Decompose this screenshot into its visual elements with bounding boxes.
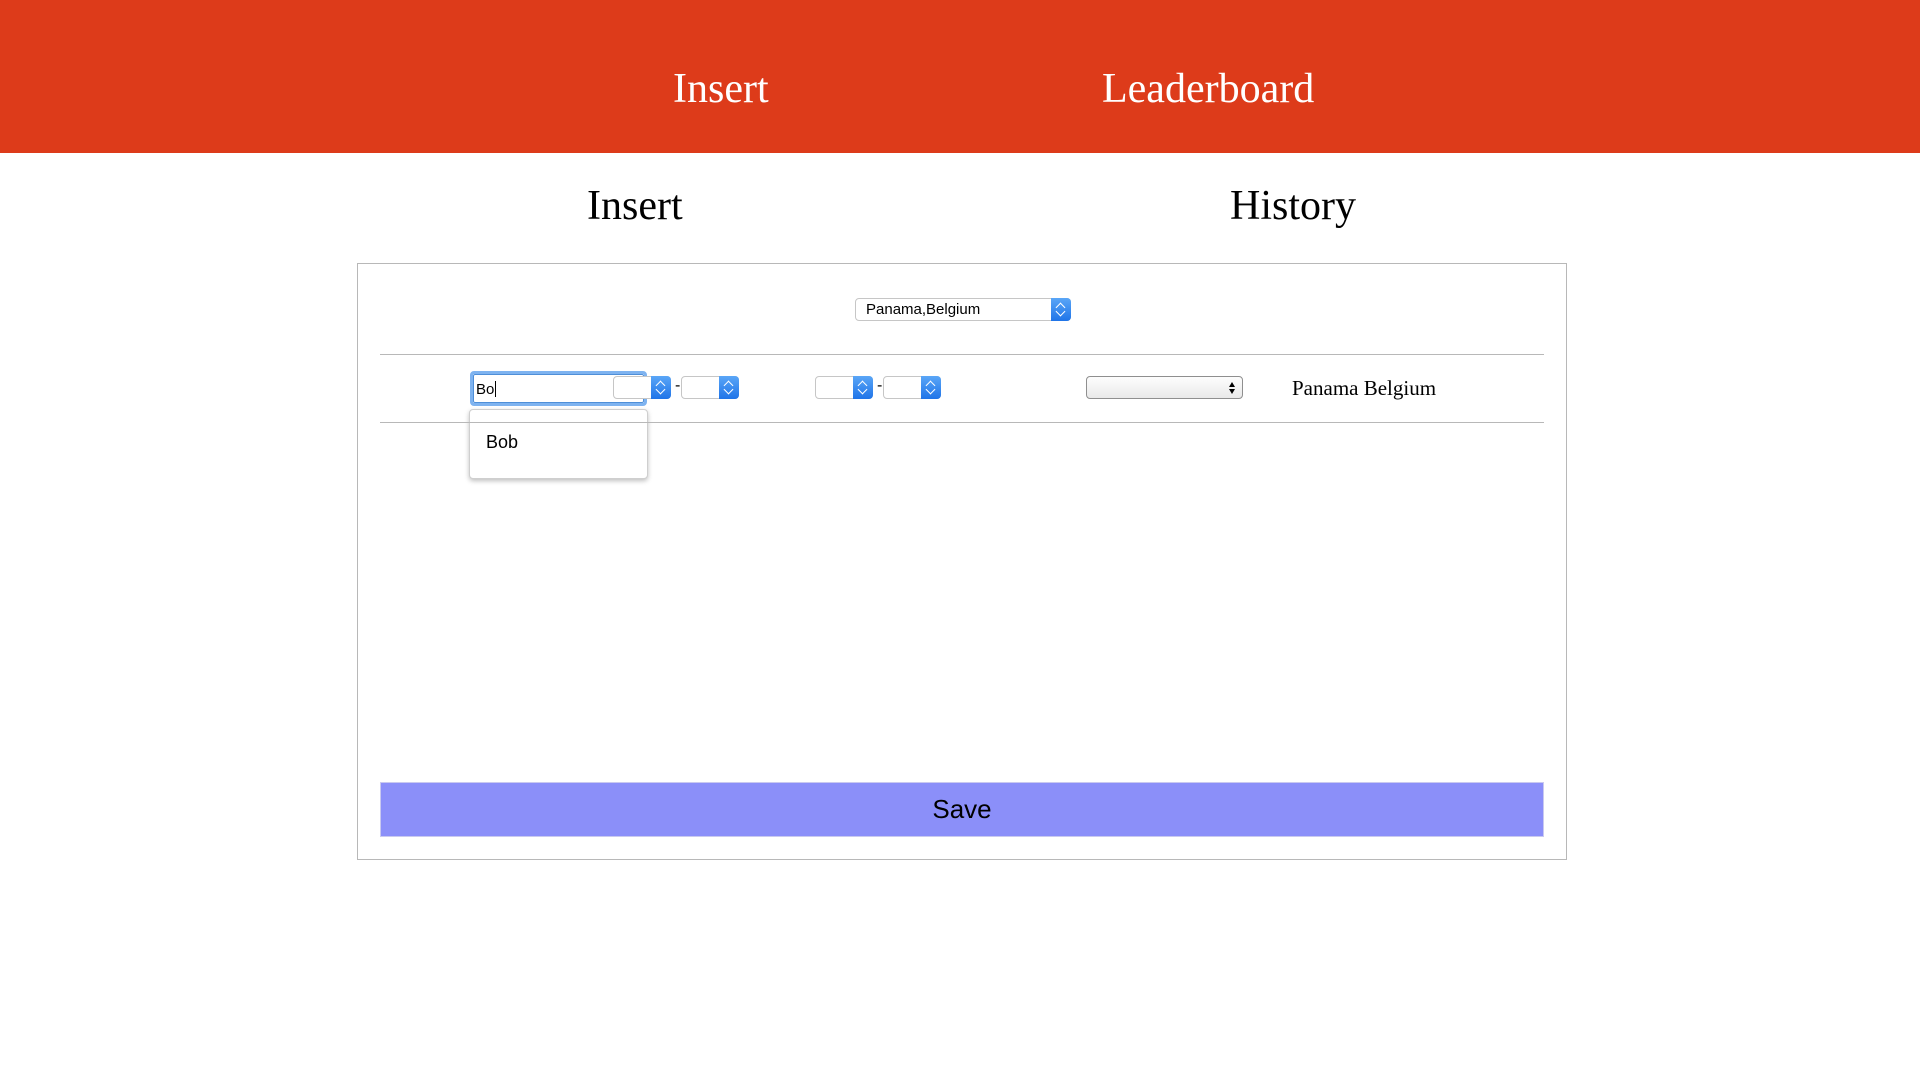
- stepper-arrows-icon: [853, 376, 873, 399]
- save-button[interactable]: Save: [380, 782, 1544, 837]
- insert-panel: Panama,Belgium Bo Bob - - Panama Belgium…: [357, 263, 1567, 860]
- match-select-value: Panama,Belgium: [866, 301, 981, 318]
- player-input[interactable]: Bo: [476, 381, 497, 398]
- player-suggestions-dropdown: Bob: [469, 409, 648, 479]
- divider: [380, 354, 1544, 355]
- score-home-1-select[interactable]: [613, 376, 671, 399]
- score-separator: -: [675, 377, 681, 394]
- nav-leaderboard-link[interactable]: Leaderboard: [1102, 68, 1314, 110]
- stepper-arrows-icon: [1051, 298, 1071, 321]
- text-caret: [495, 381, 497, 397]
- tab-insert[interactable]: Insert: [587, 185, 683, 227]
- match-select[interactable]: Panama,Belgium: [855, 298, 1071, 321]
- top-nav-bar: Insert Leaderboard: [0, 0, 1920, 153]
- teams-label: Panama Belgium: [1292, 376, 1437, 400]
- suggestion-item[interactable]: Bob: [486, 432, 518, 453]
- score-away-2-select[interactable]: [883, 376, 941, 399]
- score-separator: -: [877, 377, 883, 394]
- divider: [380, 422, 1544, 423]
- winner-select[interactable]: [1086, 376, 1243, 399]
- score-away-1-select[interactable]: [681, 376, 739, 399]
- tab-history[interactable]: History: [1230, 185, 1356, 227]
- stepper-arrows-icon: [921, 376, 941, 399]
- score-home-2-select[interactable]: [815, 376, 873, 399]
- stepper-arrows-icon: [719, 376, 739, 399]
- nav-insert-link[interactable]: Insert: [673, 68, 769, 110]
- stepper-arrows-icon: [651, 376, 671, 399]
- player-input-text: Bo: [476, 381, 495, 398]
